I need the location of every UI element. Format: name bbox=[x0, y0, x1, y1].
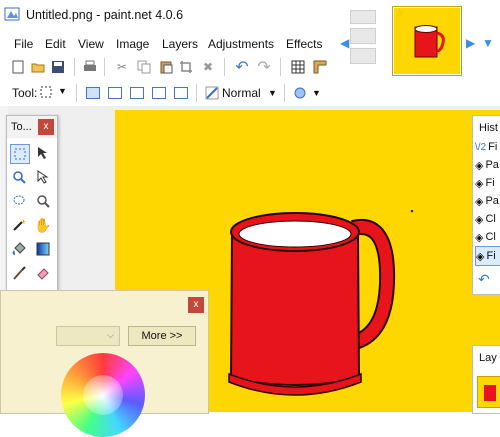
selection-mode-xor[interactable] bbox=[174, 87, 188, 99]
history-item[interactable]: ◈ Cl bbox=[475, 228, 500, 246]
magic-wand-icon[interactable] bbox=[10, 216, 28, 234]
history-item[interactable]: ◈ Fi bbox=[475, 174, 500, 192]
mug-layer-thumbnail-icon bbox=[484, 385, 496, 401]
save-icon[interactable] bbox=[50, 59, 66, 75]
color-wheel-center bbox=[83, 375, 123, 415]
zoom-icon[interactable] bbox=[10, 168, 28, 186]
open-icon[interactable] bbox=[30, 59, 46, 75]
history-item-open[interactable]: \/2 Fi bbox=[475, 138, 500, 156]
lasso-icon[interactable] bbox=[10, 192, 28, 210]
deselect-icon[interactable]: ✖ bbox=[200, 59, 216, 75]
rect-select-icon[interactable] bbox=[10, 144, 30, 164]
toolbar-separator bbox=[224, 58, 225, 76]
bucket-icon: ◈ bbox=[476, 250, 485, 263]
menu-edit[interactable]: Edit bbox=[45, 37, 66, 51]
history-title: Hist bbox=[479, 122, 498, 134]
main-toolbar: ✂ ✖ ↶ ↷ bbox=[0, 55, 340, 79]
bucket-icon: ◈ bbox=[475, 195, 484, 208]
chevron-down-icon: ⌵ bbox=[107, 330, 114, 340]
layers-title: Lay bbox=[479, 352, 497, 364]
bucket-icon: ◈ bbox=[475, 159, 484, 172]
selection-mode-union[interactable] bbox=[108, 87, 122, 99]
toolbar-separator bbox=[196, 84, 197, 102]
layer-thumbnail[interactable] bbox=[477, 376, 500, 408]
tool-label: Tool: bbox=[12, 86, 38, 100]
toolbar-separator bbox=[284, 84, 285, 102]
bucket-icon[interactable] bbox=[10, 240, 28, 258]
window-title: Untitled.png - paint.net 4.0.6 bbox=[26, 8, 184, 22]
crop-icon[interactable] bbox=[178, 59, 194, 75]
toolbar-separator bbox=[76, 84, 77, 102]
menu-file[interactable]: File bbox=[14, 37, 33, 51]
toolbar-separator bbox=[74, 58, 75, 76]
tools-window-title: To... bbox=[11, 121, 32, 133]
tools-window-titlebar[interactable]: To... x bbox=[7, 116, 57, 138]
copy-icon[interactable] bbox=[136, 59, 152, 75]
bucket-icon: ◈ bbox=[475, 231, 484, 244]
ruler-icon[interactable] bbox=[312, 59, 328, 75]
thumbnail-placeholder bbox=[350, 10, 376, 24]
bucket-icon: ◈ bbox=[475, 177, 484, 190]
bucket-icon: ◈ bbox=[475, 213, 484, 226]
history-window: Hist \/2 Fi ◈ Pa ◈ Fi ◈ Pa ◈ Cl ◈ Cl ◈ Fi ↶ bbox=[472, 115, 500, 295]
move-selection-icon[interactable] bbox=[34, 144, 52, 162]
toolbar-separator bbox=[104, 58, 105, 76]
print-icon[interactable] bbox=[82, 59, 98, 75]
antialias-dropdown-icon[interactable]: ▼ bbox=[312, 88, 321, 98]
selection-mode-intersect[interactable] bbox=[152, 87, 166, 99]
scroll-right-icon[interactable]: ▶ bbox=[466, 36, 475, 50]
antialias-icon[interactable] bbox=[292, 85, 308, 101]
image-thumbnail-strip: ◀ ☆ ▶ ▼ bbox=[340, 0, 500, 84]
new-icon[interactable] bbox=[10, 59, 26, 75]
current-tool-rect-select-icon[interactable] bbox=[38, 84, 54, 100]
grid-icon[interactable] bbox=[290, 59, 306, 75]
menu-effects[interactable]: Effects bbox=[286, 37, 322, 51]
tools-close-button[interactable]: x bbox=[38, 119, 54, 135]
colors-close-button[interactable]: x bbox=[188, 297, 204, 313]
move-selected-icon[interactable] bbox=[34, 168, 52, 186]
menu-view[interactable]: View bbox=[78, 37, 104, 51]
favorite-star-icon: ☆ bbox=[395, 8, 404, 19]
blend-mode-select[interactable]: Normal bbox=[222, 86, 261, 100]
app-icon bbox=[4, 7, 20, 21]
gradient-icon[interactable] bbox=[34, 240, 52, 258]
blend-mode-dropdown-icon[interactable]: ▼ bbox=[268, 88, 277, 98]
thumbnail-placeholder bbox=[350, 28, 376, 44]
history-item[interactable]: ◈ Pa bbox=[475, 156, 500, 174]
menu-adjustments[interactable]: Adjustments bbox=[208, 37, 274, 51]
cut-icon[interactable]: ✂ bbox=[114, 59, 130, 75]
menu-image[interactable]: Image bbox=[116, 37, 149, 51]
more-button[interactable]: More >> bbox=[128, 326, 196, 346]
history-item[interactable]: ◈ Pa bbox=[475, 192, 500, 210]
layers-window: Lay bbox=[472, 345, 500, 414]
scroll-left-icon[interactable]: ◀ bbox=[340, 36, 349, 50]
tool-dropdown-icon[interactable]: ▼ bbox=[58, 86, 67, 96]
color-wheel[interactable] bbox=[61, 353, 145, 437]
colors-window: x ⌵ More >> bbox=[0, 290, 209, 437]
eraser-icon[interactable] bbox=[34, 264, 52, 282]
tool-options-bar: Tool: ▼ Normal ▼ ▼ bbox=[0, 80, 340, 106]
toolbar-separator bbox=[280, 58, 281, 76]
selection-mode-replace[interactable] bbox=[86, 87, 100, 99]
pan-icon[interactable]: ✋ bbox=[34, 216, 52, 234]
line-curve-icon: \/2 bbox=[475, 141, 487, 153]
undo-icon[interactable]: ↶ bbox=[234, 59, 250, 76]
thumbnail-placeholder bbox=[350, 48, 376, 64]
blend-mode-icon bbox=[204, 85, 220, 101]
brush-icon[interactable] bbox=[10, 264, 28, 282]
redo-icon[interactable]: ↷ bbox=[256, 59, 272, 76]
menu-bar: File Edit View Image Layers Adjustments … bbox=[0, 31, 340, 55]
paste-icon[interactable] bbox=[158, 59, 174, 75]
history-item[interactable]: ◈ Cl bbox=[475, 210, 500, 228]
zoom-tool-icon[interactable] bbox=[34, 192, 52, 210]
history-undo-icon[interactable]: ↶ bbox=[478, 271, 490, 288]
selection-mode-exclude[interactable] bbox=[130, 87, 144, 99]
menu-layers[interactable]: Layers bbox=[162, 37, 198, 51]
history-item-current[interactable]: ◈ Fi bbox=[475, 246, 500, 266]
primary-secondary-select[interactable]: ⌵ bbox=[56, 326, 120, 346]
thumbnail-dropdown-icon[interactable]: ▼ bbox=[482, 36, 494, 50]
